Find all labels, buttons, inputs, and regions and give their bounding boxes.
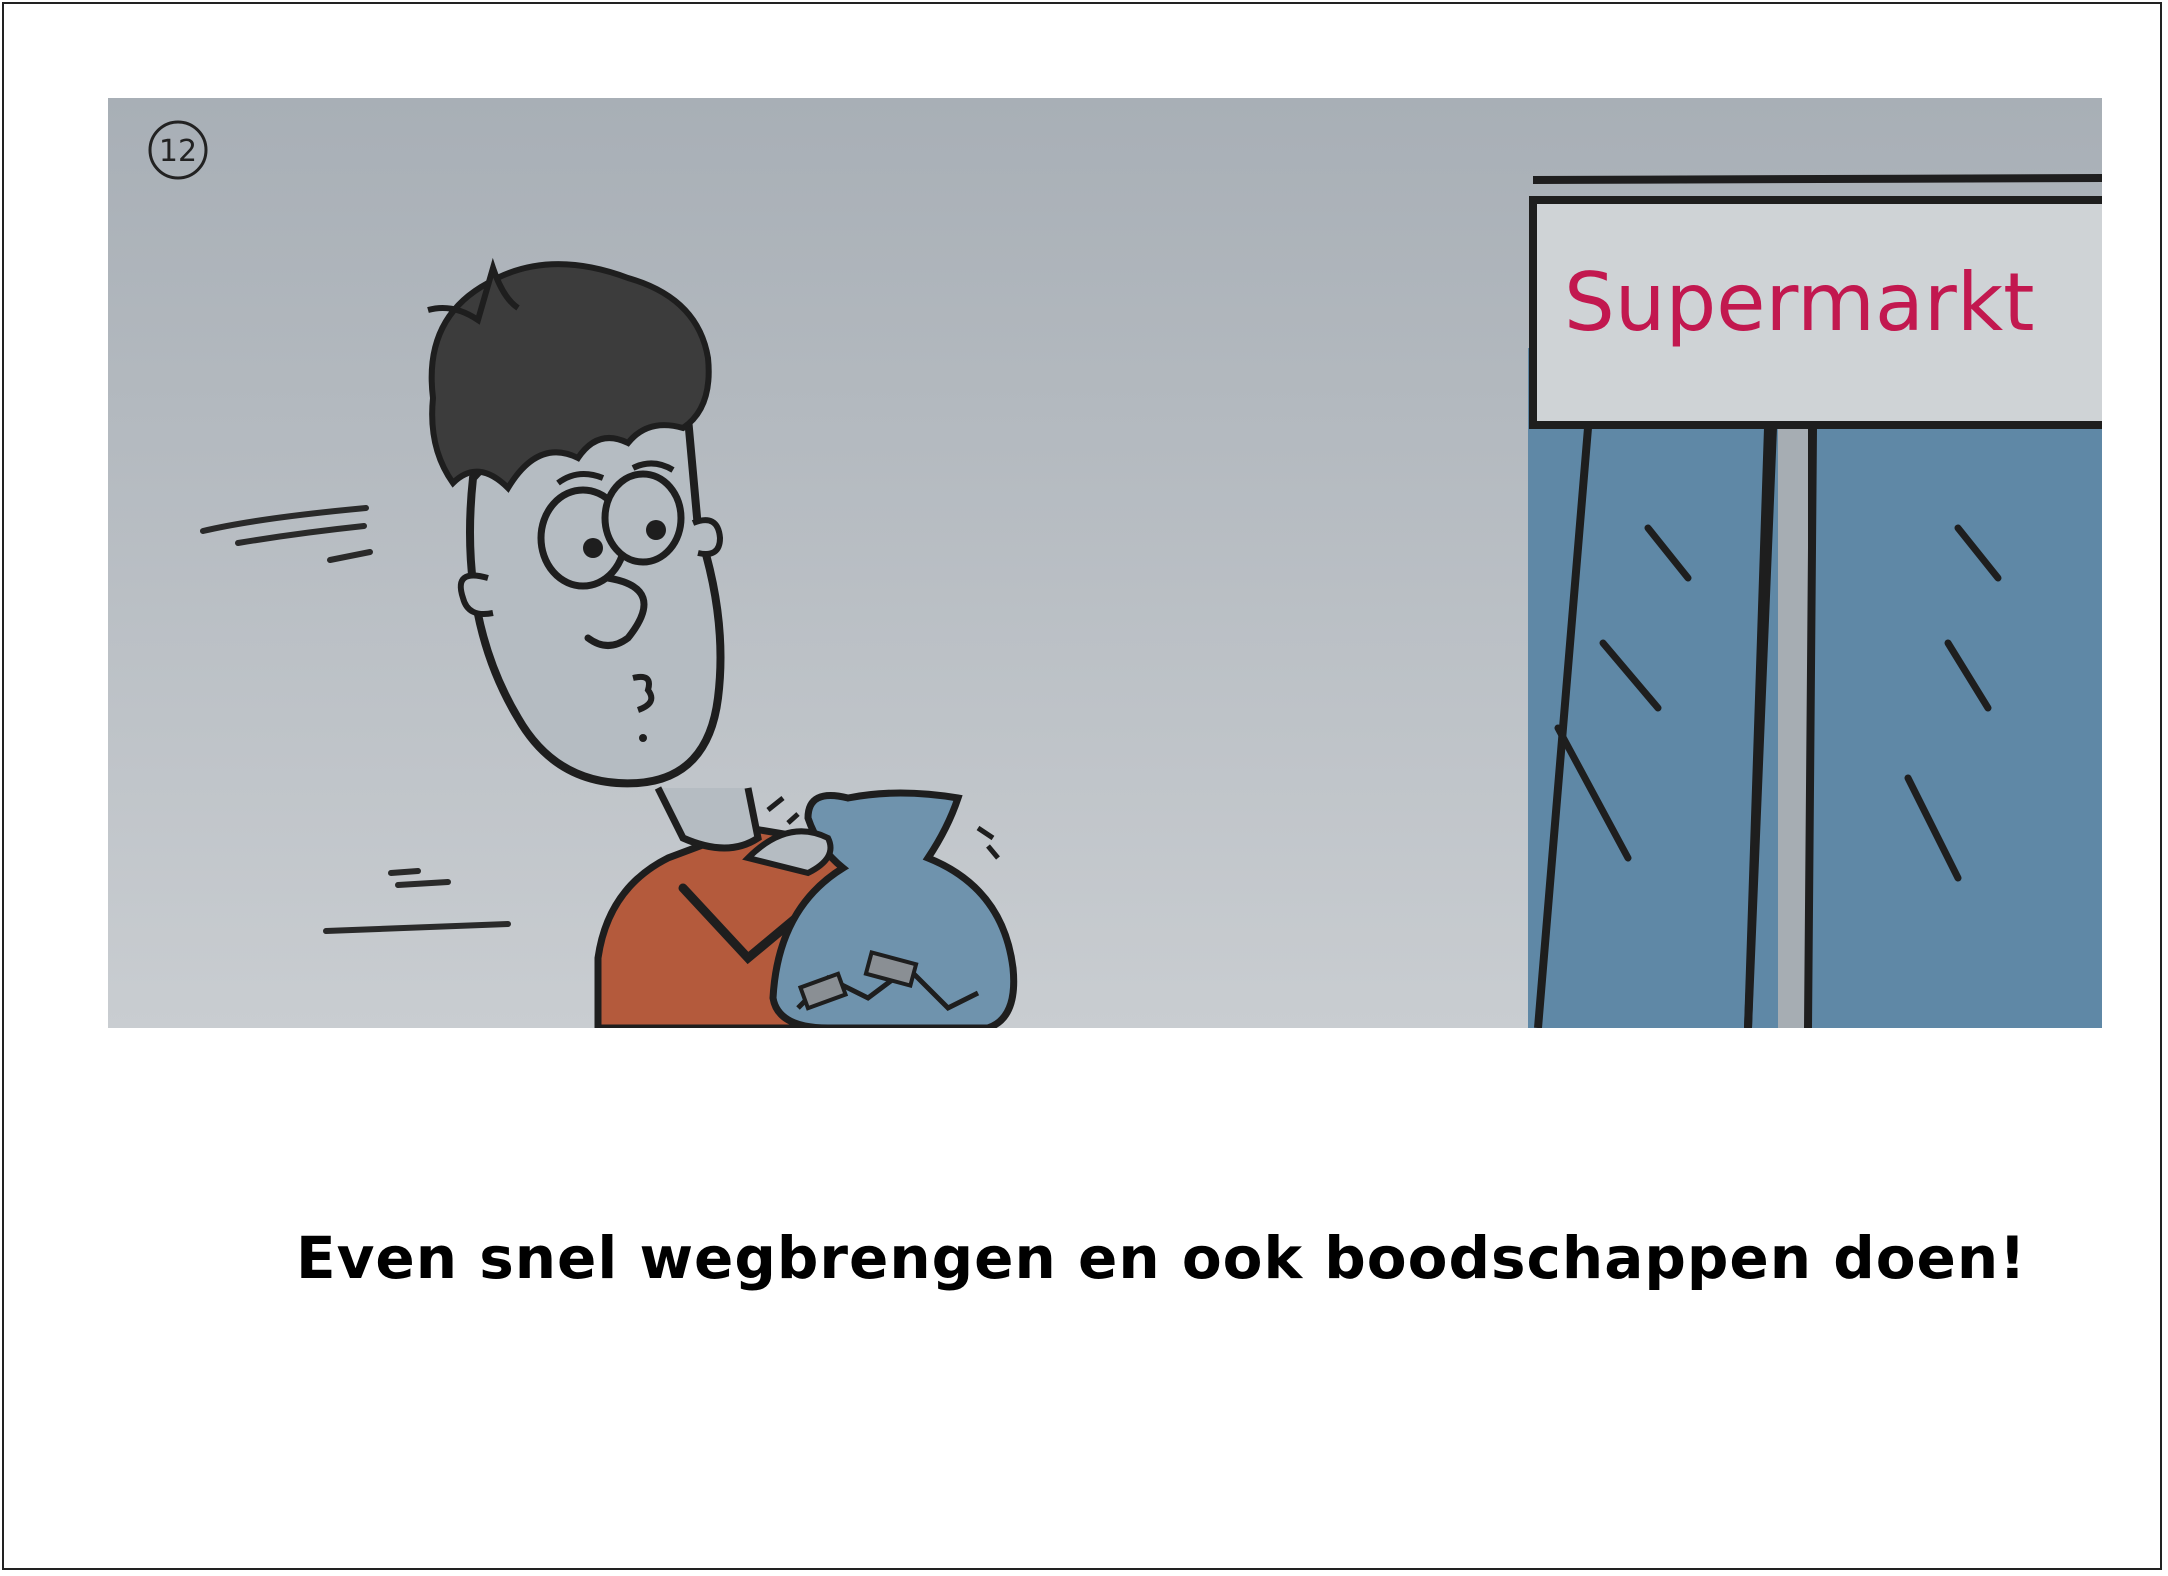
store-sign-text: Supermarkt	[1564, 256, 2035, 349]
panel-illustration: 12 Supermarkt	[108, 98, 2102, 1028]
comic-page: 12 Supermarkt Even snel wegbrengen en oo…	[2, 2, 2162, 1570]
supermarket-building: Supermarkt	[1528, 174, 2102, 1028]
page-caption: Even snel wegbrengen en ook boodschappen…	[296, 1224, 2027, 1292]
comic-panel: 12 Supermarkt	[108, 98, 2102, 1028]
svg-text:12: 12	[159, 134, 197, 169]
